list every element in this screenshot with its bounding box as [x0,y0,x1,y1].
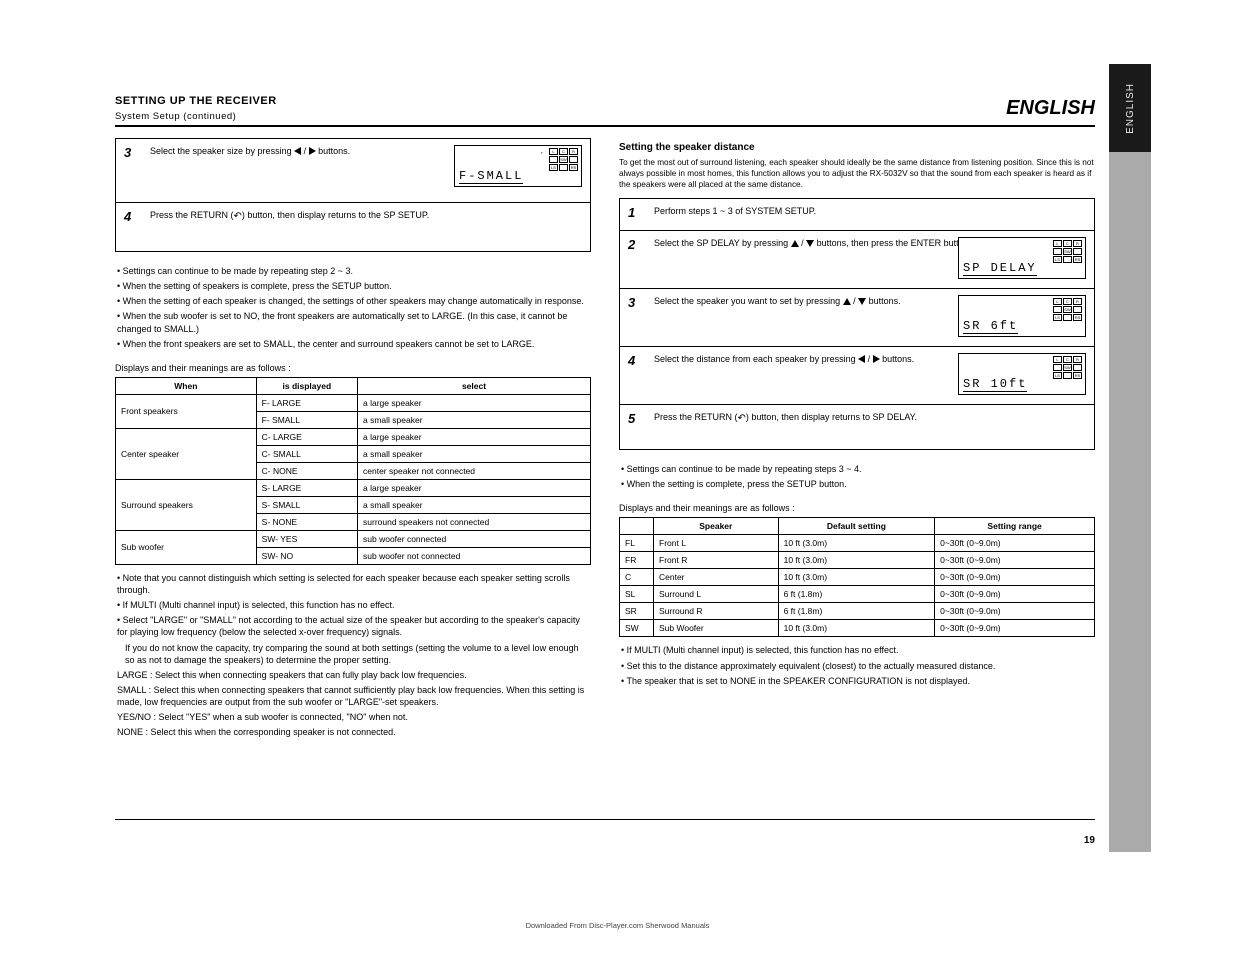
step-2: 2 Select the SP DELAY by pressing / butt… [620,231,1094,289]
note-item: When the setting of each speaker is chan… [117,295,589,307]
step-3: 3 Select the speaker size by pressing / … [116,139,590,203]
left-notes: Settings can continue to be made by repe… [115,258,591,363]
note-item: Settings can continue to be made by repe… [117,265,589,277]
header-language: ENGLISH [1006,97,1095,122]
note-item: If MULTI (Multi channel input) is select… [117,599,589,611]
triangle-left-icon [294,147,301,155]
left-steps-box: 3 Select the speaker size by pressing / … [115,138,591,252]
right-steps-box: 1 Perform steps 1 ~ 3 of SYSTEM SETUP. 2… [619,198,1095,450]
right-column: Setting the speaker distance To get the … [619,138,1095,752]
step-number: 1 [628,205,635,220]
note-item: When the setting of speakers is complete… [117,280,589,292]
step-number: 3 [124,145,131,160]
step-text: Press the RETURN (↶) button, then displa… [654,411,1086,425]
page-number: 19 [1084,835,1095,846]
step-text: Press the RETURN (↶) button, then displa… [150,209,582,223]
lcd-display: LCRSWLSRS SR 10ft [958,353,1086,395]
right-notes: Settings can continue to be made by repe… [619,456,1095,503]
note-item: The speaker that is set to NONE in the S… [621,675,1093,687]
table-row: SWSub Woofer10 ft (3.0m)0~30ft (0~9.0m) [620,620,1095,637]
table-row: SLSurround L6 ft (1.8m)0~30ft (0~9.0m) [620,586,1095,603]
note-item: When the setting is complete, press the … [621,478,1093,490]
table-header-row: When is displayed select [116,377,591,394]
note-item: When the sub woofer is set to NO, the fr… [117,310,589,334]
lcd-speaker-icons: LCRSWLSRS [549,148,578,171]
note-item: Note that you cannot distinguish which s… [117,572,589,596]
step-number: 4 [628,353,635,368]
triangle-right-icon [309,147,316,155]
step-1: 1 Perform steps 1 ~ 3 of SYSTEM SETUP. [620,199,1094,231]
note-item: SMALL : Select this when connecting spea… [117,684,589,708]
note-item: Set this to the distance approximately e… [621,660,1093,672]
section-paragraph: To get the most out of surround listenin… [619,157,1095,190]
step-number: 5 [628,411,635,426]
table-row: FLFront L10 ft (3.0m)0~30ft (0~9.0m) [620,535,1095,552]
triangle-down-icon [858,298,866,305]
table-row: SRSurround R6 ft (1.8m)0~30ft (0~9.0m) [620,603,1095,620]
triangle-down-icon [806,240,814,247]
note-item: Settings can continue to be made by repe… [621,463,1093,475]
footer-attribution: Downloaded From Disc-Player.com Sherwood… [526,921,710,930]
step-4: 4 Press the RETURN (↶) button, then disp… [116,203,590,251]
left-footnotes: Note that you cannot distinguish which s… [115,565,591,752]
table-header-row: Speaker Default setting Setting range [620,518,1095,535]
table-row: Surround speakers S- LARGE a large speak… [116,479,591,496]
triangle-right-icon [873,355,880,363]
step-5: 5 Press the RETURN (↶) button, then disp… [620,405,1094,449]
step-number: 2 [628,237,635,252]
speaker-distance-table: Speaker Default setting Setting range FL… [619,517,1095,637]
speaker-config-table: When is displayed select Front speakers … [115,377,591,565]
sidebar-language-strip [1109,64,1151,852]
header-title: SETTING UP THE RECEIVER [115,95,277,107]
note-item: When the front speakers are set to SMALL… [117,338,589,350]
lcd-text: SR 10ft [963,378,1027,392]
table-caption: Displays and their meanings are as follo… [619,503,1095,513]
lcd-display: LCRSWLSRS SR 6ft [958,295,1086,337]
sidebar-language-label: ENGLISH [1125,83,1136,134]
step-number: 4 [124,209,131,224]
divider-top [115,125,1095,127]
note-item: YES/NO : Select "YES" when a sub woofer … [117,711,589,723]
sidebar-language-active: ENGLISH [1109,64,1151,152]
page-header: SETTING UP THE RECEIVER System Setup (co… [115,78,1095,122]
note-item: LARGE : Select this when connecting spea… [117,669,589,681]
lcd-text: SR 6ft [963,320,1018,334]
table-row: FRFront R10 ft (3.0m)0~30ft (0~9.0m) [620,552,1095,569]
triangle-up-icon [791,240,799,247]
table-row: Sub woofer SW- YES sub woofer connected [116,530,591,547]
return-icon: ↶ [738,412,746,426]
table-row: Front speakers F- LARGE a large speaker [116,394,591,411]
lcd-display: ✦ LCRSWLSRS F-SMALL [454,145,582,187]
lcd-display: LCRSWLSRS SP DELAY [958,237,1086,279]
note-item: If MULTI (Multi channel input) is select… [621,644,1093,656]
triangle-up-icon [843,298,851,305]
table-row: Center speaker C- LARGE a large speaker [116,428,591,445]
table-caption: Displays and their meanings are as follo… [115,363,591,373]
lcd-text: F-SMALL [459,170,523,184]
triangle-left-icon [858,355,865,363]
left-column: 3 Select the speaker size by pressing / … [115,138,591,752]
divider-bottom [115,819,1095,820]
lcd-text: SP DELAY [963,262,1037,276]
header-subtitle: System Setup (continued) [115,111,277,122]
step-3: 3 Select the speaker you want to set by … [620,289,1094,347]
lcd-blink-icon: ✦ [541,150,543,156]
section-title: Setting the speaker distance [619,142,1095,153]
table-row: CCenter10 ft (3.0m)0~30ft (0~9.0m) [620,569,1095,586]
note-item: If you do not know the capacity, try com… [117,642,589,666]
note-item: NONE : Select this when the correspondin… [117,726,589,738]
step-4: 4 Select the distance from each speaker … [620,347,1094,405]
step-text: Perform steps 1 ~ 3 of SYSTEM SETUP. [654,205,1086,217]
step-number: 3 [628,295,635,310]
return-icon: ↶ [234,210,242,224]
right-footnotes: If MULTI (Multi channel input) is select… [619,637,1095,699]
note-item: Select "LARGE" or "SMALL" not according … [117,614,589,638]
